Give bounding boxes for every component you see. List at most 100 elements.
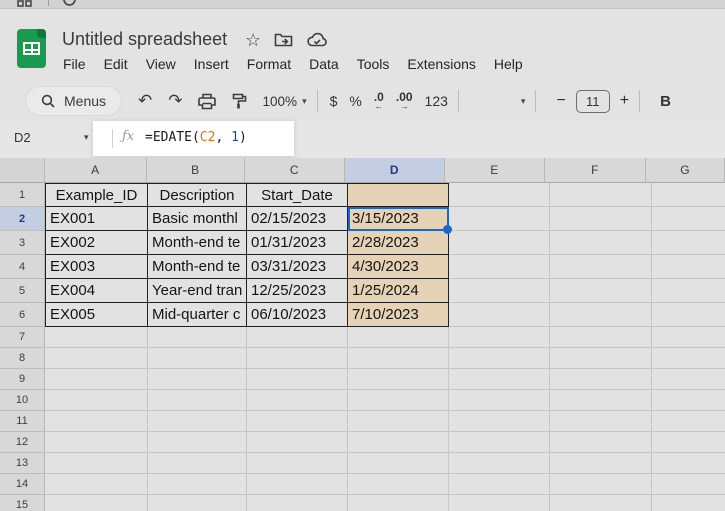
cell-E5[interactable] bbox=[449, 279, 550, 303]
row-header-9[interactable]: 9 bbox=[0, 369, 45, 390]
column-header-F[interactable]: F bbox=[545, 158, 646, 183]
menus-search-pill[interactable]: Menus bbox=[25, 86, 122, 116]
row-header-11[interactable]: 11 bbox=[0, 411, 45, 432]
cell-F15[interactable] bbox=[550, 495, 652, 511]
cell-G6[interactable] bbox=[652, 303, 725, 327]
spreadsheet-title[interactable]: Untitled spreadsheet bbox=[62, 29, 227, 50]
increase-decimal-button[interactable]: .00 → bbox=[396, 92, 413, 111]
column-header-G[interactable]: G bbox=[646, 158, 725, 183]
cell-C14[interactable] bbox=[247, 474, 348, 495]
percent-format-button[interactable]: % bbox=[349, 93, 361, 109]
cell-D15[interactable] bbox=[348, 495, 449, 511]
cell-E15[interactable] bbox=[449, 495, 550, 511]
increase-font-size-button[interactable]: + bbox=[620, 92, 629, 110]
bold-button[interactable]: B bbox=[660, 93, 671, 110]
cell-C9[interactable] bbox=[247, 369, 348, 390]
cell-G13[interactable] bbox=[652, 453, 725, 474]
cell-E4[interactable] bbox=[449, 255, 550, 279]
cell-A14[interactable] bbox=[45, 474, 148, 495]
cell-A4[interactable]: EX003 bbox=[45, 255, 148, 279]
cell-G12[interactable] bbox=[652, 432, 725, 453]
cell-A8[interactable] bbox=[45, 348, 148, 369]
cell-F4[interactable] bbox=[550, 255, 652, 279]
cell-F3[interactable] bbox=[550, 231, 652, 255]
menu-item-extensions[interactable]: Extensions bbox=[398, 56, 484, 72]
undo-icon[interactable]: ↶ bbox=[138, 91, 152, 111]
row-header-4[interactable]: 4 bbox=[0, 255, 45, 279]
row-header-10[interactable]: 10 bbox=[0, 390, 45, 411]
cell-F14[interactable] bbox=[550, 474, 652, 495]
cell-A15[interactable] bbox=[45, 495, 148, 511]
cell-F5[interactable] bbox=[550, 279, 652, 303]
cell-E3[interactable] bbox=[449, 231, 550, 255]
cell-B5[interactable]: Year-end tran bbox=[148, 279, 247, 303]
column-header-A[interactable]: A bbox=[45, 158, 147, 183]
cell-G8[interactable] bbox=[652, 348, 725, 369]
cell-C1[interactable]: Start_Date bbox=[247, 183, 348, 207]
cell-B4[interactable]: Month-end te bbox=[148, 255, 247, 279]
cell-F1[interactable] bbox=[550, 183, 652, 207]
cell-D3[interactable]: 2/28/2023 bbox=[348, 231, 449, 255]
decrease-font-size-button[interactable]: − bbox=[556, 92, 565, 110]
menu-item-insert[interactable]: Insert bbox=[185, 56, 238, 72]
cloud-saved-icon[interactable] bbox=[306, 32, 328, 48]
row-header-5[interactable]: 5 bbox=[0, 279, 45, 303]
cell-A7[interactable] bbox=[45, 327, 148, 348]
menu-item-edit[interactable]: Edit bbox=[95, 56, 137, 72]
decrease-decimal-button[interactable]: .0 ← bbox=[374, 92, 384, 111]
star-icon[interactable]: ☆ bbox=[245, 31, 261, 49]
currency-format-button[interactable]: $ bbox=[330, 93, 338, 109]
menu-item-view[interactable]: View bbox=[137, 56, 185, 72]
column-header-E[interactable]: E bbox=[445, 158, 545, 183]
cell-G9[interactable] bbox=[652, 369, 725, 390]
row-header-14[interactable]: 14 bbox=[0, 474, 45, 495]
cell-C6[interactable]: 06/10/2023 bbox=[247, 303, 348, 327]
cell-D7[interactable] bbox=[348, 327, 449, 348]
cell-G15[interactable] bbox=[652, 495, 725, 511]
cell-E9[interactable] bbox=[449, 369, 550, 390]
cell-E12[interactable] bbox=[449, 432, 550, 453]
cell-D8[interactable] bbox=[348, 348, 449, 369]
cell-F13[interactable] bbox=[550, 453, 652, 474]
cell-D13[interactable] bbox=[348, 453, 449, 474]
cell-F7[interactable] bbox=[550, 327, 652, 348]
column-header-C[interactable]: C bbox=[245, 158, 345, 183]
cell-G14[interactable] bbox=[652, 474, 725, 495]
column-header-D[interactable]: D bbox=[345, 158, 445, 183]
cell-C10[interactable] bbox=[247, 390, 348, 411]
column-header-B[interactable]: B bbox=[147, 158, 245, 183]
cell-B3[interactable]: Month-end te bbox=[148, 231, 247, 255]
cell-C7[interactable] bbox=[247, 327, 348, 348]
cell-G5[interactable] bbox=[652, 279, 725, 303]
cell-G4[interactable] bbox=[652, 255, 725, 279]
row-header-15[interactable]: 15 bbox=[0, 495, 45, 511]
cell-A9[interactable] bbox=[45, 369, 148, 390]
menu-item-tools[interactable]: Tools bbox=[348, 56, 399, 72]
cell-F10[interactable] bbox=[550, 390, 652, 411]
cell-C8[interactable] bbox=[247, 348, 348, 369]
cell-B12[interactable] bbox=[148, 432, 247, 453]
cell-F12[interactable] bbox=[550, 432, 652, 453]
row-header-7[interactable]: 7 bbox=[0, 327, 45, 348]
row-header-6[interactable]: 6 bbox=[0, 303, 45, 327]
reload-icon[interactable] bbox=[62, 0, 77, 7]
cell-B13[interactable] bbox=[148, 453, 247, 474]
row-header-12[interactable]: 12 bbox=[0, 432, 45, 453]
cell-G11[interactable] bbox=[652, 411, 725, 432]
cell-A13[interactable] bbox=[45, 453, 148, 474]
cell-G1[interactable] bbox=[652, 183, 725, 207]
cell-C2[interactable]: 02/15/2023 bbox=[247, 207, 348, 231]
menu-item-data[interactable]: Data bbox=[300, 56, 348, 72]
select-all-corner[interactable] bbox=[0, 158, 45, 183]
row-header-13[interactable]: 13 bbox=[0, 453, 45, 474]
row-header-3[interactable]: 3 bbox=[0, 231, 45, 255]
cell-B2[interactable]: Basic monthl bbox=[148, 207, 247, 231]
font-size-input[interactable]: 11 bbox=[576, 90, 610, 113]
cell-C11[interactable] bbox=[247, 411, 348, 432]
formula-input-area[interactable]: ƒx =EDATE(C2, 1) bbox=[93, 121, 294, 156]
cell-A3[interactable]: EX002 bbox=[45, 231, 148, 255]
cell-A2[interactable]: EX001 bbox=[45, 207, 148, 231]
fill-handle[interactable] bbox=[443, 225, 452, 234]
chevron-down-icon[interactable]: ▾ bbox=[521, 96, 526, 107]
move-folder-icon[interactable] bbox=[274, 32, 293, 48]
